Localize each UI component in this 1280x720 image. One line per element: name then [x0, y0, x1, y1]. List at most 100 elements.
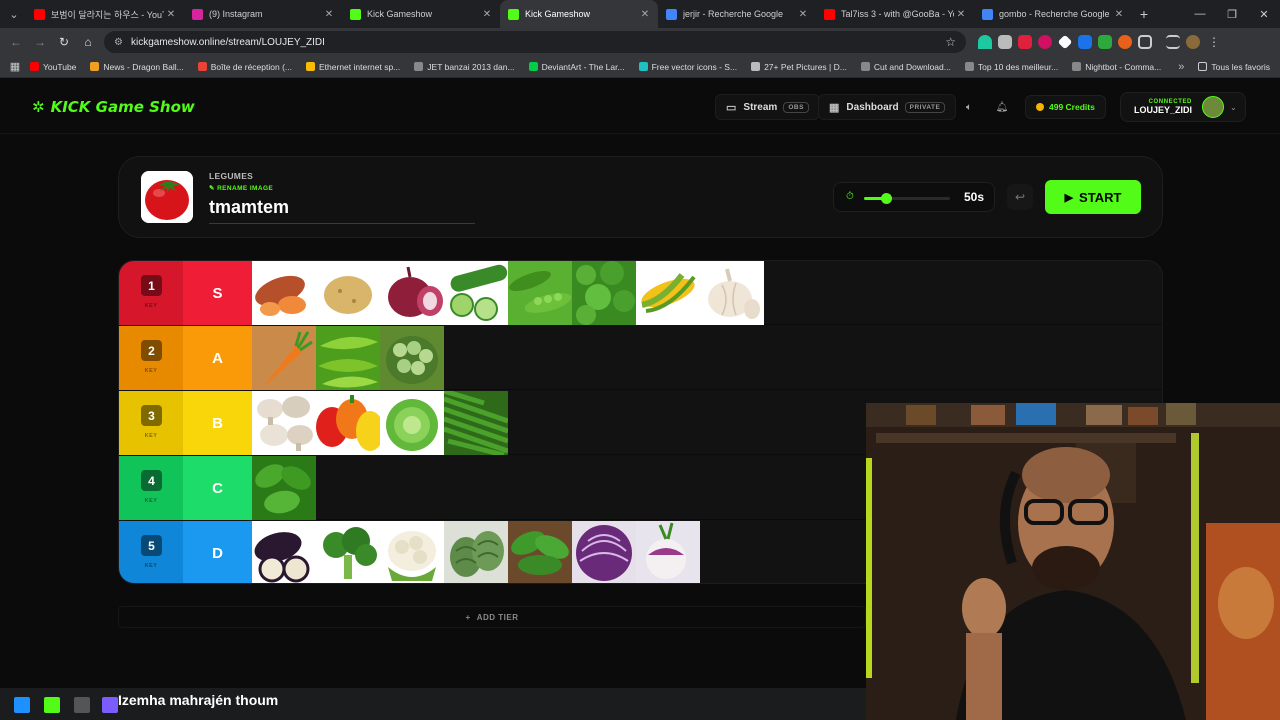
close-window-icon[interactable]: ✕	[1248, 8, 1280, 21]
home-icon[interactable]: ⌂	[76, 35, 100, 49]
tier-item-green-beans[interactable]	[444, 391, 508, 455]
image-name-input[interactable]: tmamtem	[209, 197, 475, 224]
browser-menu-icon[interactable]: ⋮	[1208, 35, 1220, 49]
timer-slider-handle[interactable]	[880, 193, 892, 204]
tier-item-parsley[interactable]	[572, 261, 636, 325]
browser-tab[interactable]: 보범이 달라지는 하우스 - YouT ✕	[26, 0, 184, 28]
tier-item-garlic[interactable]	[700, 261, 764, 325]
bell-icon[interactable]: 🔔︎	[991, 96, 1013, 118]
kick-app-icon[interactable]	[44, 697, 60, 713]
tier-item-potato[interactable]	[316, 261, 380, 325]
tier-letter[interactable]: B	[183, 391, 252, 455]
tier-item-green-pepper[interactable]	[316, 326, 380, 390]
browser-tab[interactable]: Kick Gameshow ✕	[342, 0, 500, 28]
taskbar-app-icon[interactable]	[74, 697, 90, 713]
restore-icon[interactable]: ❐	[1216, 8, 1248, 21]
close-tab-icon[interactable]: ✕	[638, 9, 652, 20]
extension-icon[interactable]	[1078, 35, 1092, 49]
extension-icon[interactable]	[1057, 34, 1073, 50]
extension-icon[interactable]	[1018, 35, 1032, 49]
bookmark-star-icon[interactable]: ☆	[945, 35, 956, 49]
credits-badge[interactable]: 499 Credits	[1025, 95, 1106, 119]
bookmark-item[interactable]: Ethernet internet sp...	[306, 62, 400, 72]
tier-letter[interactable]: C	[183, 456, 252, 520]
all-favorites[interactable]: Tous les favoris	[1198, 62, 1270, 72]
bookmark-item[interactable]: DeviantArt - The Lar...	[528, 62, 625, 72]
windows-start-icon[interactable]	[14, 697, 30, 713]
close-tab-icon[interactable]: ✕	[322, 9, 336, 20]
new-tab-button[interactable]: +	[1132, 6, 1156, 22]
close-tab-icon[interactable]: ✕	[954, 9, 968, 20]
close-tab-icon[interactable]: ✕	[164, 9, 178, 20]
tier-item-lettuce[interactable]	[380, 391, 444, 455]
extension-icon[interactable]	[1118, 35, 1132, 49]
taskbar-app-icon[interactable]	[102, 697, 118, 713]
tier-item-corn[interactable]	[636, 261, 700, 325]
tier-item-cucumber[interactable]	[444, 261, 508, 325]
forward-icon[interactable]: →	[28, 35, 52, 49]
bookmarks-overflow-icon[interactable]: »	[1178, 61, 1184, 73]
tier-row[interactable]: 2 KEY A	[119, 326, 1162, 390]
tier-item-artichoke[interactable]	[444, 521, 508, 583]
bookmark-item[interactable]: Free vector icons - S...	[638, 62, 737, 72]
address-bar[interactable]: ⚙ kickgameshow.online/stream/LOUJEY_ZIDI…	[104, 31, 966, 53]
browser-tab[interactable]: Tal7iss 3 - with @GooBa - YouT✕	[816, 0, 974, 28]
bookmark-item[interactable]: YouTube	[30, 62, 76, 72]
tier-item-bell-peppers[interactable]	[316, 391, 380, 455]
tier-item-arugula[interactable]	[508, 521, 572, 583]
stream-nav-button[interactable]: ▭ Stream OBS	[715, 94, 820, 120]
browser-tab[interactable]: gombo - Recherche Google ✕	[974, 0, 1132, 28]
tier-item-sweet-potato[interactable]	[252, 261, 316, 325]
tab-search-chevron-icon[interactable]: ⌄	[2, 4, 26, 24]
undo-button[interactable]: ↩	[1007, 184, 1033, 210]
close-tab-icon[interactable]: ✕	[1112, 9, 1126, 20]
start-button[interactable]: ▶ START	[1045, 180, 1141, 214]
kick-game-show-logo[interactable]: ✲ KICK Game Show	[32, 98, 195, 116]
tier-letter[interactable]: A	[183, 326, 252, 390]
tier-item-spinach[interactable]	[252, 456, 316, 520]
user-menu[interactable]: CONNECTED LOUJEY_ZIDI ⌄	[1120, 92, 1246, 122]
reading-list-icon[interactable]	[1166, 35, 1180, 49]
tier-item-carrot[interactable]	[252, 326, 316, 390]
profile-avatar-icon[interactable]	[1186, 35, 1200, 49]
dashboard-nav-button[interactable]: ▦ Dashboard PRIVATE	[818, 94, 957, 120]
bookmark-item[interactable]: Boîte de réception (...	[197, 62, 292, 72]
tier-item-peas[interactable]	[508, 261, 572, 325]
tier-item-broccoli[interactable]	[316, 521, 380, 583]
tier-item-cauliflower[interactable]	[380, 521, 444, 583]
extensions-puzzle-icon[interactable]	[1138, 35, 1152, 49]
apps-grid-icon[interactable]: ▦	[0, 60, 30, 73]
tier-letter[interactable]: S	[183, 261, 252, 325]
extension-icon[interactable]	[978, 35, 992, 49]
back-icon[interactable]: ←	[4, 35, 28, 49]
bookmark-item[interactable]: Nightbot - Comma...	[1072, 62, 1161, 72]
tier-item-red-onion[interactable]	[380, 261, 444, 325]
extension-icon[interactable]	[1038, 35, 1052, 49]
bookmark-item[interactable]: Top 10 des meilleur...	[964, 62, 1058, 72]
close-tab-icon[interactable]: ✕	[796, 9, 810, 20]
rename-image-link[interactable]: ✎ RENAME IMAGE	[209, 184, 273, 192]
tier-item-fava-beans[interactable]	[380, 326, 444, 390]
close-tab-icon[interactable]: ✕	[480, 9, 494, 20]
extension-icon[interactable]	[1098, 35, 1112, 49]
site-info-icon[interactable]: ⚙	[114, 37, 123, 48]
timer-slider[interactable]	[864, 193, 950, 204]
reload-icon[interactable]: ↻	[52, 35, 76, 49]
extension-icon[interactable]	[998, 35, 1012, 49]
browser-tab[interactable]: jerjir - Recherche Google ✕	[658, 0, 816, 28]
browser-tab[interactable]: Kick Gameshow ✕	[500, 0, 658, 28]
tier-item-mushrooms[interactable]	[252, 391, 316, 455]
tier-letter[interactable]: D	[183, 521, 252, 583]
browser-tab[interactable]: (9) Instagram ✕	[184, 0, 342, 28]
sound-icon[interactable]: 🔈︎	[958, 96, 980, 118]
tier-item-red-cabbage[interactable]	[572, 521, 636, 583]
bookmark-item[interactable]: Cut and Download...	[860, 62, 951, 72]
bookmark-item[interactable]: JET banzai 2013 dan...	[414, 62, 515, 72]
tier-item-turnip[interactable]	[636, 521, 700, 583]
tier-item-eggplant[interactable]	[252, 521, 316, 583]
minimize-icon[interactable]: —	[1184, 8, 1216, 21]
tier-row[interactable]: 1 KEY S	[119, 261, 1162, 325]
bookmark-item[interactable]: News - Dragon Ball...	[90, 62, 184, 72]
add-tier-button[interactable]: + ADD TIER	[118, 606, 866, 628]
bookmark-item[interactable]: 27+ Pet Pictures | D...	[751, 62, 847, 72]
